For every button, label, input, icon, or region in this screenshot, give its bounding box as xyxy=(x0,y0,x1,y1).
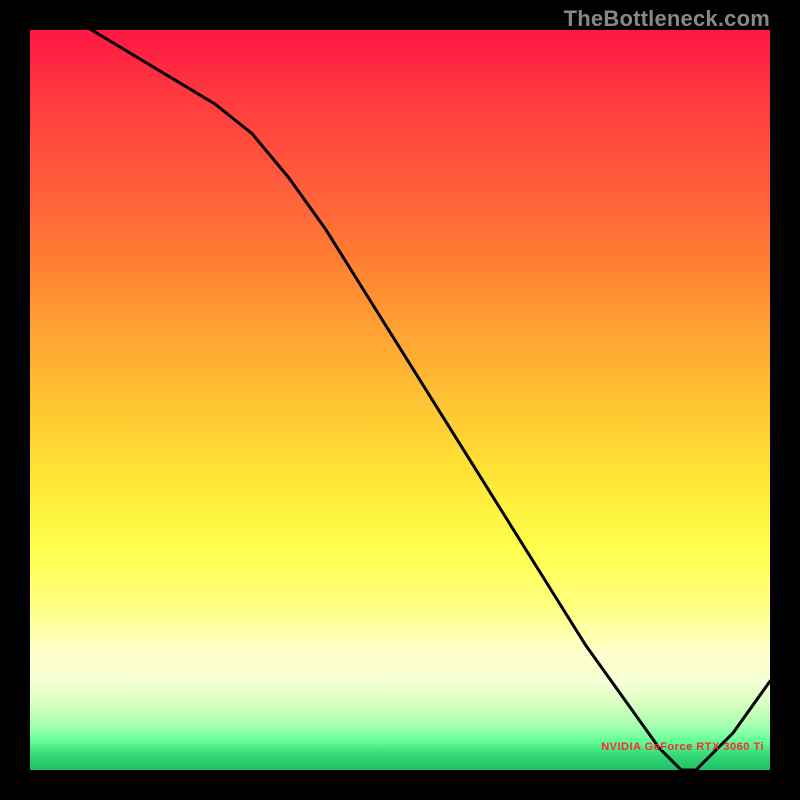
chart-frame: TheBottleneck.com NVIDIA GeForce RTX 306… xyxy=(0,0,800,800)
line-chart-svg xyxy=(30,30,770,770)
recommended-gpu-annotation: NVIDIA GeForce RTX 3060 Ti xyxy=(601,741,764,753)
bottleneck-curve-line xyxy=(30,30,770,770)
attribution-label: TheBottleneck.com xyxy=(564,6,770,32)
plot-area: NVIDIA GeForce RTX 3060 Ti xyxy=(30,30,770,770)
